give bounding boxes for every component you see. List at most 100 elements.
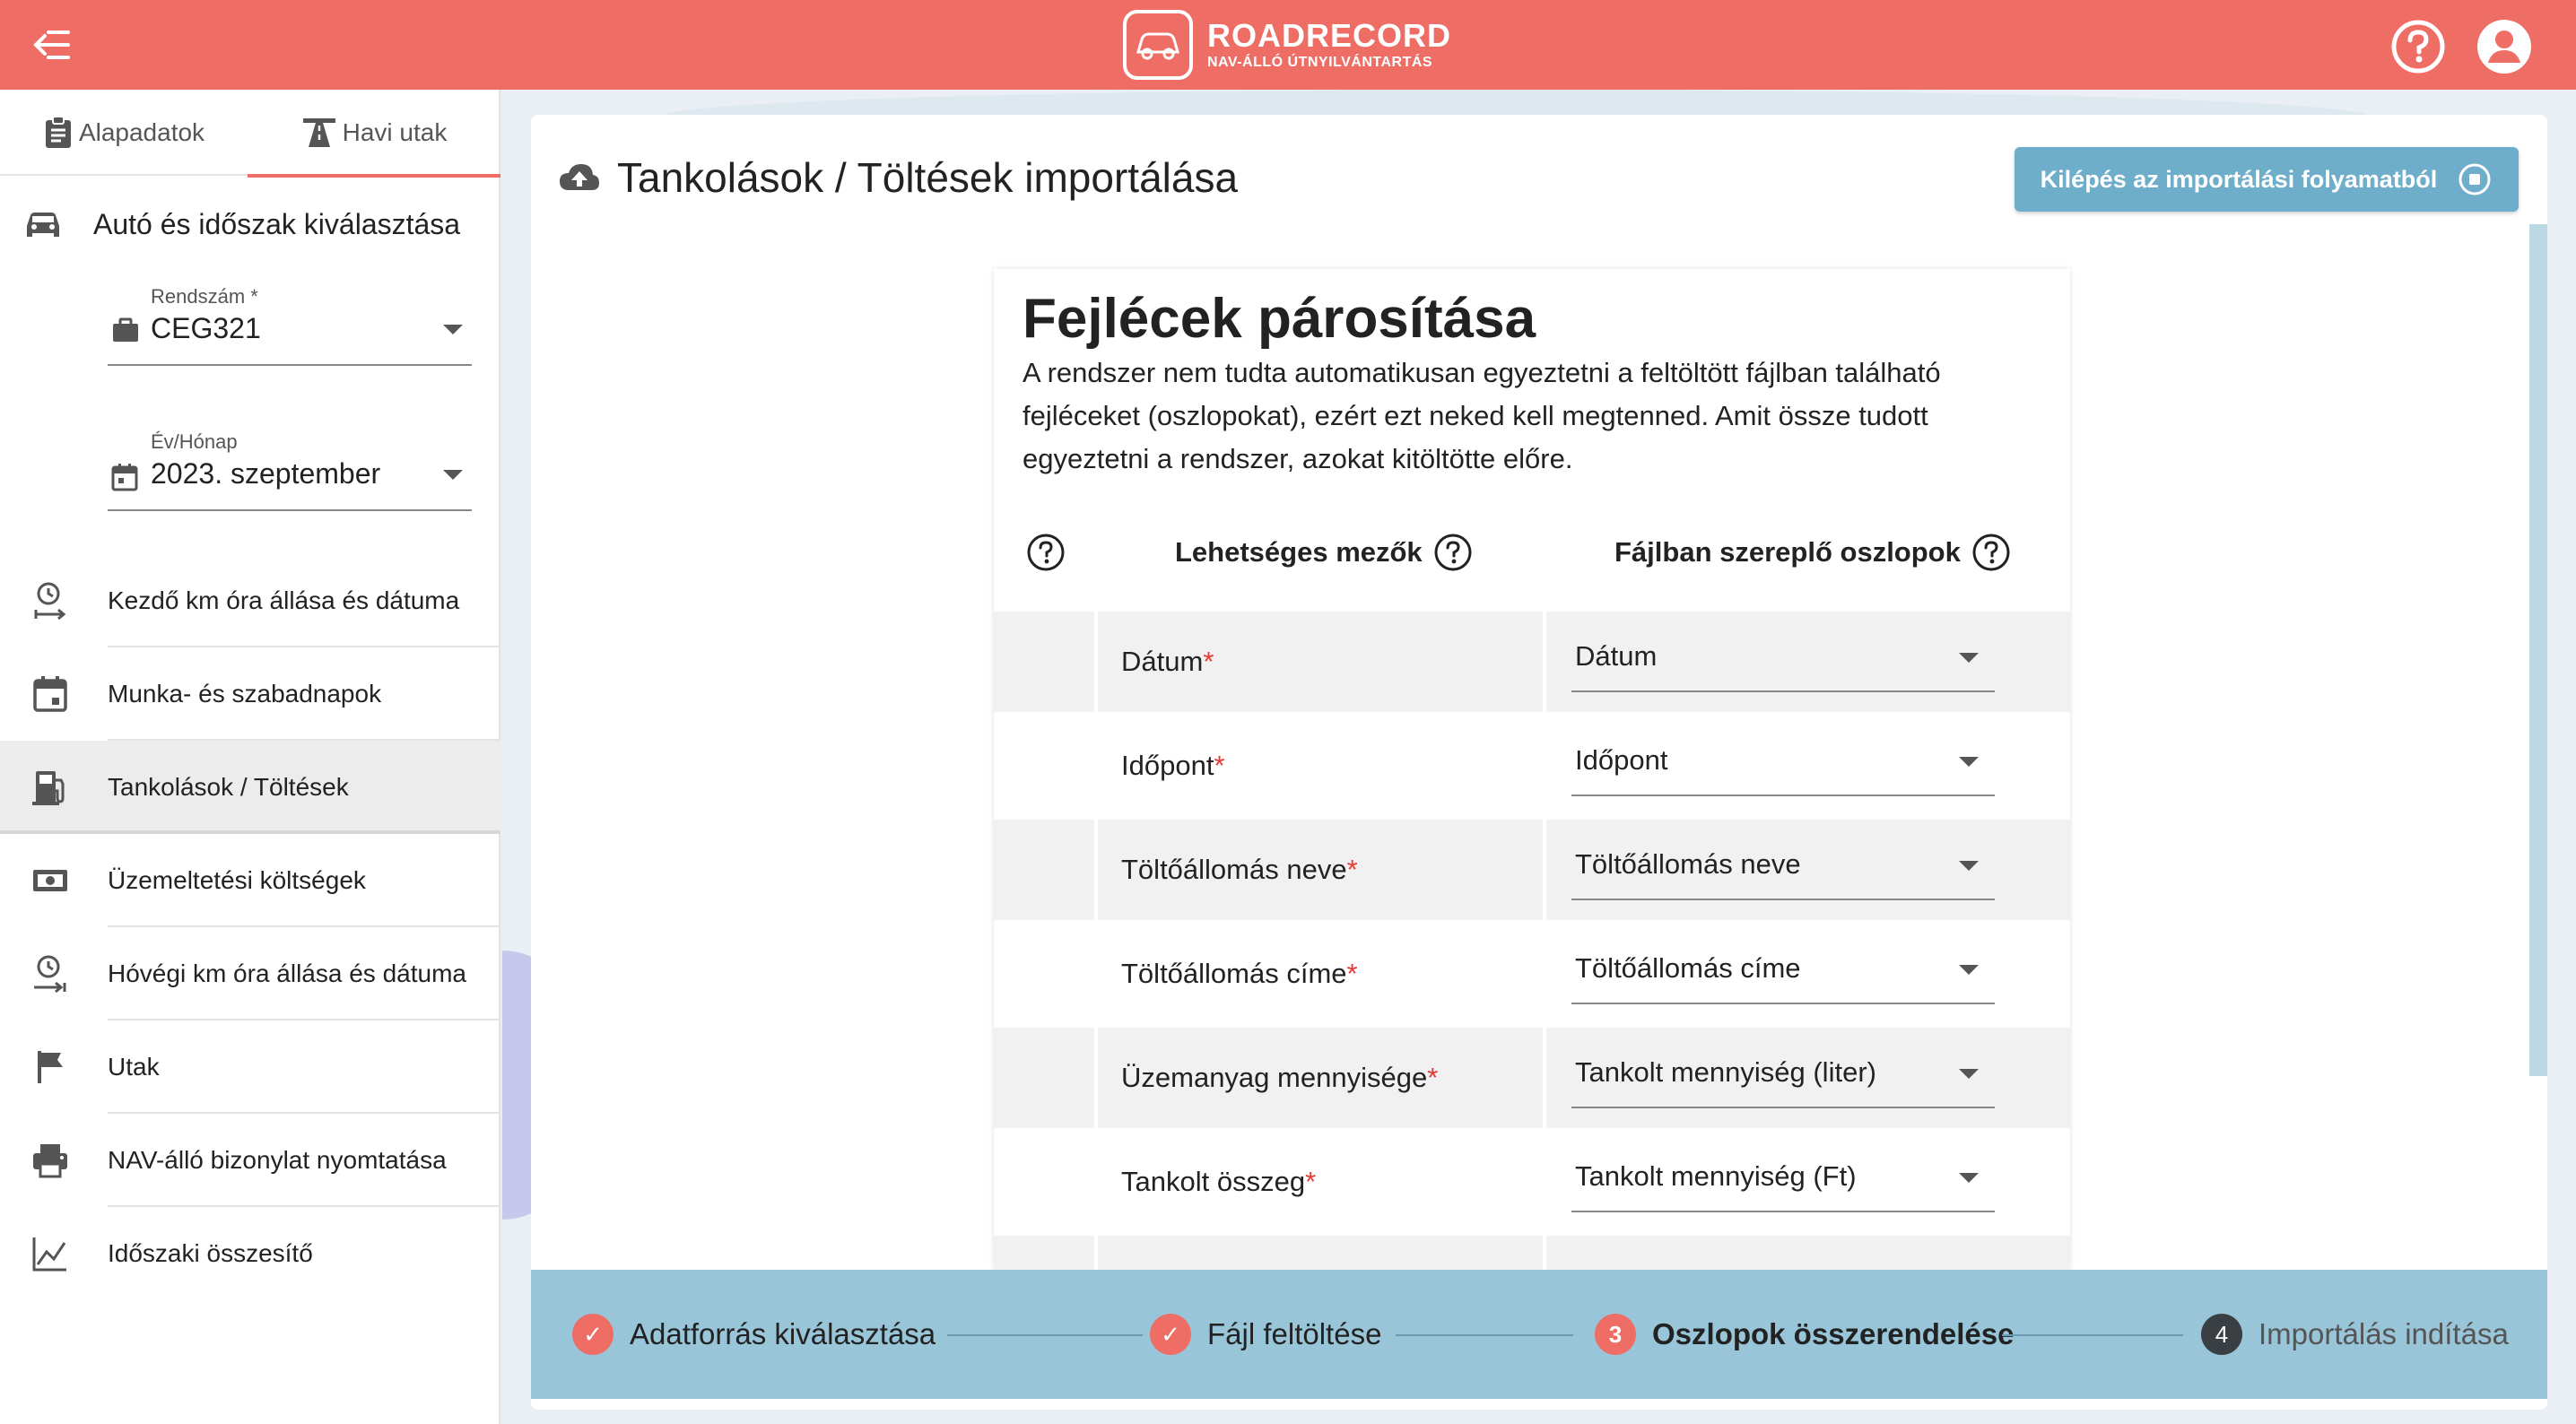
panel-description: A rendszer nem tudta automatikusan egyez… [1023, 357, 1941, 474]
field-label: Időpont* [1121, 750, 1225, 781]
chevron-down-icon [1959, 653, 1979, 663]
table-row: Időpont* Időpont [994, 716, 2070, 816]
check-icon: ✓ [572, 1314, 614, 1355]
printer-icon [33, 1144, 67, 1178]
tab-label: Alapadatok [78, 118, 205, 146]
sidebar-item-costs[interactable]: Üzemeltetési költségek [0, 834, 500, 927]
help-icon[interactable] [1026, 533, 1066, 572]
sidebar-item-label: Kezdő km óra állása és dátuma [108, 586, 460, 614]
tab-label: Havi utak [342, 118, 448, 146]
plate-select[interactable]: Rendszám * CEG321 [108, 285, 472, 371]
step-file-upload[interactable]: ✓ Fájl feltöltése [1150, 1313, 1381, 1356]
step-label: Importálás indítása [2258, 1317, 2509, 1350]
chevron-down-icon [1959, 965, 1979, 975]
stop-circle-icon [2459, 163, 2491, 195]
chevron-down-icon [443, 470, 463, 480]
help-icon[interactable] [2389, 18, 2447, 75]
sidebar-item-label: Üzemeltetési költségek [108, 866, 366, 894]
column-select[interactable]: Tankolt mennyiség (liter) [1571, 1051, 1995, 1108]
money-icon [33, 870, 67, 891]
field-label: Töltőállomás neve* [1121, 854, 1358, 885]
step-column-mapping[interactable]: 3 Oszlopok összerendelése [1595, 1313, 2015, 1356]
clipboard-icon [45, 116, 71, 148]
column-select[interactable]: Töltőállomás címe [1571, 947, 1995, 1004]
sidebar-item-print[interactable]: NAV-álló bizonylat nyomtatása [0, 1114, 500, 1207]
sidebar-item-refuels[interactable]: Tankolások / Töltések [0, 741, 500, 834]
logo-title: ROADRECORD [1207, 17, 1452, 54]
column-header-label: Lehetséges mezők [1175, 536, 1423, 568]
check-icon: ✓ [1150, 1314, 1191, 1355]
car-icon [27, 213, 59, 237]
step-number: 3 [1595, 1314, 1636, 1355]
tab-alapadatok[interactable]: Alapadatok [0, 90, 248, 176]
clock-end-icon [34, 955, 66, 994]
chevron-down-icon [443, 325, 463, 334]
column-select[interactable]: Időpont [1571, 739, 1995, 796]
table-row: Tankolt összeg* Tankolt mennyiség (Ft) [994, 1132, 2070, 1232]
table-row [994, 1236, 2070, 1270]
app-logo[interactable]: ROADRECORD NAV-ÁLLÓ ÚTNYILVÁNTARTÁS [1123, 9, 1451, 81]
logo-subtitle: NAV-ÁLLÓ ÚTNYILVÁNTARTÁS [1207, 55, 1433, 70]
collapse-menu-icon[interactable] [29, 25, 79, 65]
column-select-value: Töltőállomás neve [1575, 848, 1801, 880]
period-value: 2023. szeptember [151, 457, 381, 490]
period-select[interactable]: Év/Hónap 2023. szeptember [108, 430, 472, 517]
column-select[interactable]: Dátum [1571, 635, 1995, 692]
field-label: Tankolt összeg* [1121, 1166, 1317, 1197]
column-header-label: Fájlban szereplő oszlopok [1614, 536, 1961, 568]
clock-start-icon [34, 582, 66, 621]
sidebar-item-label: Munka- és szabadnapok [108, 680, 382, 708]
table-row: Töltőállomás címe* Töltőállomás címe [994, 924, 2070, 1024]
step-start-import[interactable]: 4 Importálás indítása [2201, 1313, 2509, 1356]
scrollbar[interactable] [2529, 224, 2547, 1076]
table-row: Töltőállomás neve* Töltőállomás neve [994, 820, 2070, 920]
section-car-period: Autó és időszak kiválasztása [0, 188, 500, 260]
sidebar-item-workdays[interactable]: Munka- és szabadnapok [0, 647, 500, 741]
help-icon[interactable] [1971, 533, 2011, 572]
step-number: 4 [2201, 1314, 2242, 1355]
section-title: Autó és időszak kiválasztása [93, 207, 461, 240]
column-select-value: Időpont [1575, 744, 1668, 776]
column-select-value: Dátum [1575, 640, 1658, 672]
column-select[interactable]: Töltőállomás neve [1571, 843, 1995, 900]
column-select-value: Töltőállomás címe [1575, 952, 1801, 984]
step-data-source[interactable]: ✓ Adatforrás kiválasztása [572, 1313, 936, 1356]
column-select-value: Tankolt mennyiség (Ft) [1575, 1160, 1857, 1192]
table-row: Üzemanyag mennyisége* Tankolt mennyiség … [994, 1028, 2070, 1128]
calendar-small-icon [111, 464, 138, 491]
sidebar-item-label: Hóvégi km óra állása és dátuma [108, 959, 466, 987]
field-label: Töltőállomás címe* [1121, 958, 1358, 989]
column-header-possible-fields: Lehetséges mezők [1175, 533, 1473, 572]
top-app-bar: ROADRECORD NAV-ÁLLÓ ÚTNYILVÁNTARTÁS [0, 0, 2576, 90]
header-mapping-panel: Fejlécek párosítása A rendszer nem tudta… [994, 269, 2070, 1270]
field-label: Dátum* [1121, 646, 1214, 677]
sidebar-item-end-km[interactable]: Hóvégi km óra állása és dátuma [0, 927, 500, 1020]
sidebar-item-summary[interactable]: Időszaki összesítő [0, 1207, 500, 1300]
plate-value: CEG321 [151, 312, 261, 344]
chevron-down-icon [1959, 757, 1979, 767]
exit-import-button[interactable]: Kilépés az importálási folyamatból [2015, 147, 2519, 212]
column-header-file-columns: Fájlban szereplő oszlopok [1614, 533, 2011, 572]
import-stepper: ✓ Adatforrás kiválasztása ✓ Fájl feltölt… [531, 1270, 2547, 1399]
flag-icon [38, 1051, 63, 1083]
account-icon[interactable] [2476, 18, 2533, 75]
page-title-text: Tankolások / Töltések importálása [617, 154, 1239, 201]
cloud-upload-icon [560, 164, 599, 190]
sidebar-item-label: NAV-álló bizonylat nyomtatása [108, 1146, 447, 1174]
chevron-down-icon [1959, 1069, 1979, 1079]
sidebar-item-label: Tankolások / Töltések [108, 773, 349, 801]
sidebar-item-trips[interactable]: Utak [0, 1020, 500, 1114]
sidebar-tabs: Alapadatok Havi utak [0, 90, 500, 178]
chevron-down-icon [1959, 861, 1979, 871]
plate-label: Rendszám * [151, 285, 258, 308]
help-icon[interactable] [1433, 533, 1473, 572]
road-icon [302, 118, 335, 147]
column-select[interactable]: Tankolt mennyiség (Ft) [1571, 1155, 1995, 1212]
sidebar-item-label: Utak [108, 1053, 160, 1081]
panel-title: Fejlécek párosítása [1023, 288, 1536, 350]
sidebar-item-start-km[interactable]: Kezdő km óra állása és dátuma [0, 554, 500, 647]
tab-havi-utak[interactable]: Havi utak [248, 90, 500, 178]
line-chart-icon [32, 1237, 66, 1272]
field-label: Üzemanyag mennyisége* [1121, 1062, 1439, 1093]
briefcase-icon [113, 317, 138, 342]
